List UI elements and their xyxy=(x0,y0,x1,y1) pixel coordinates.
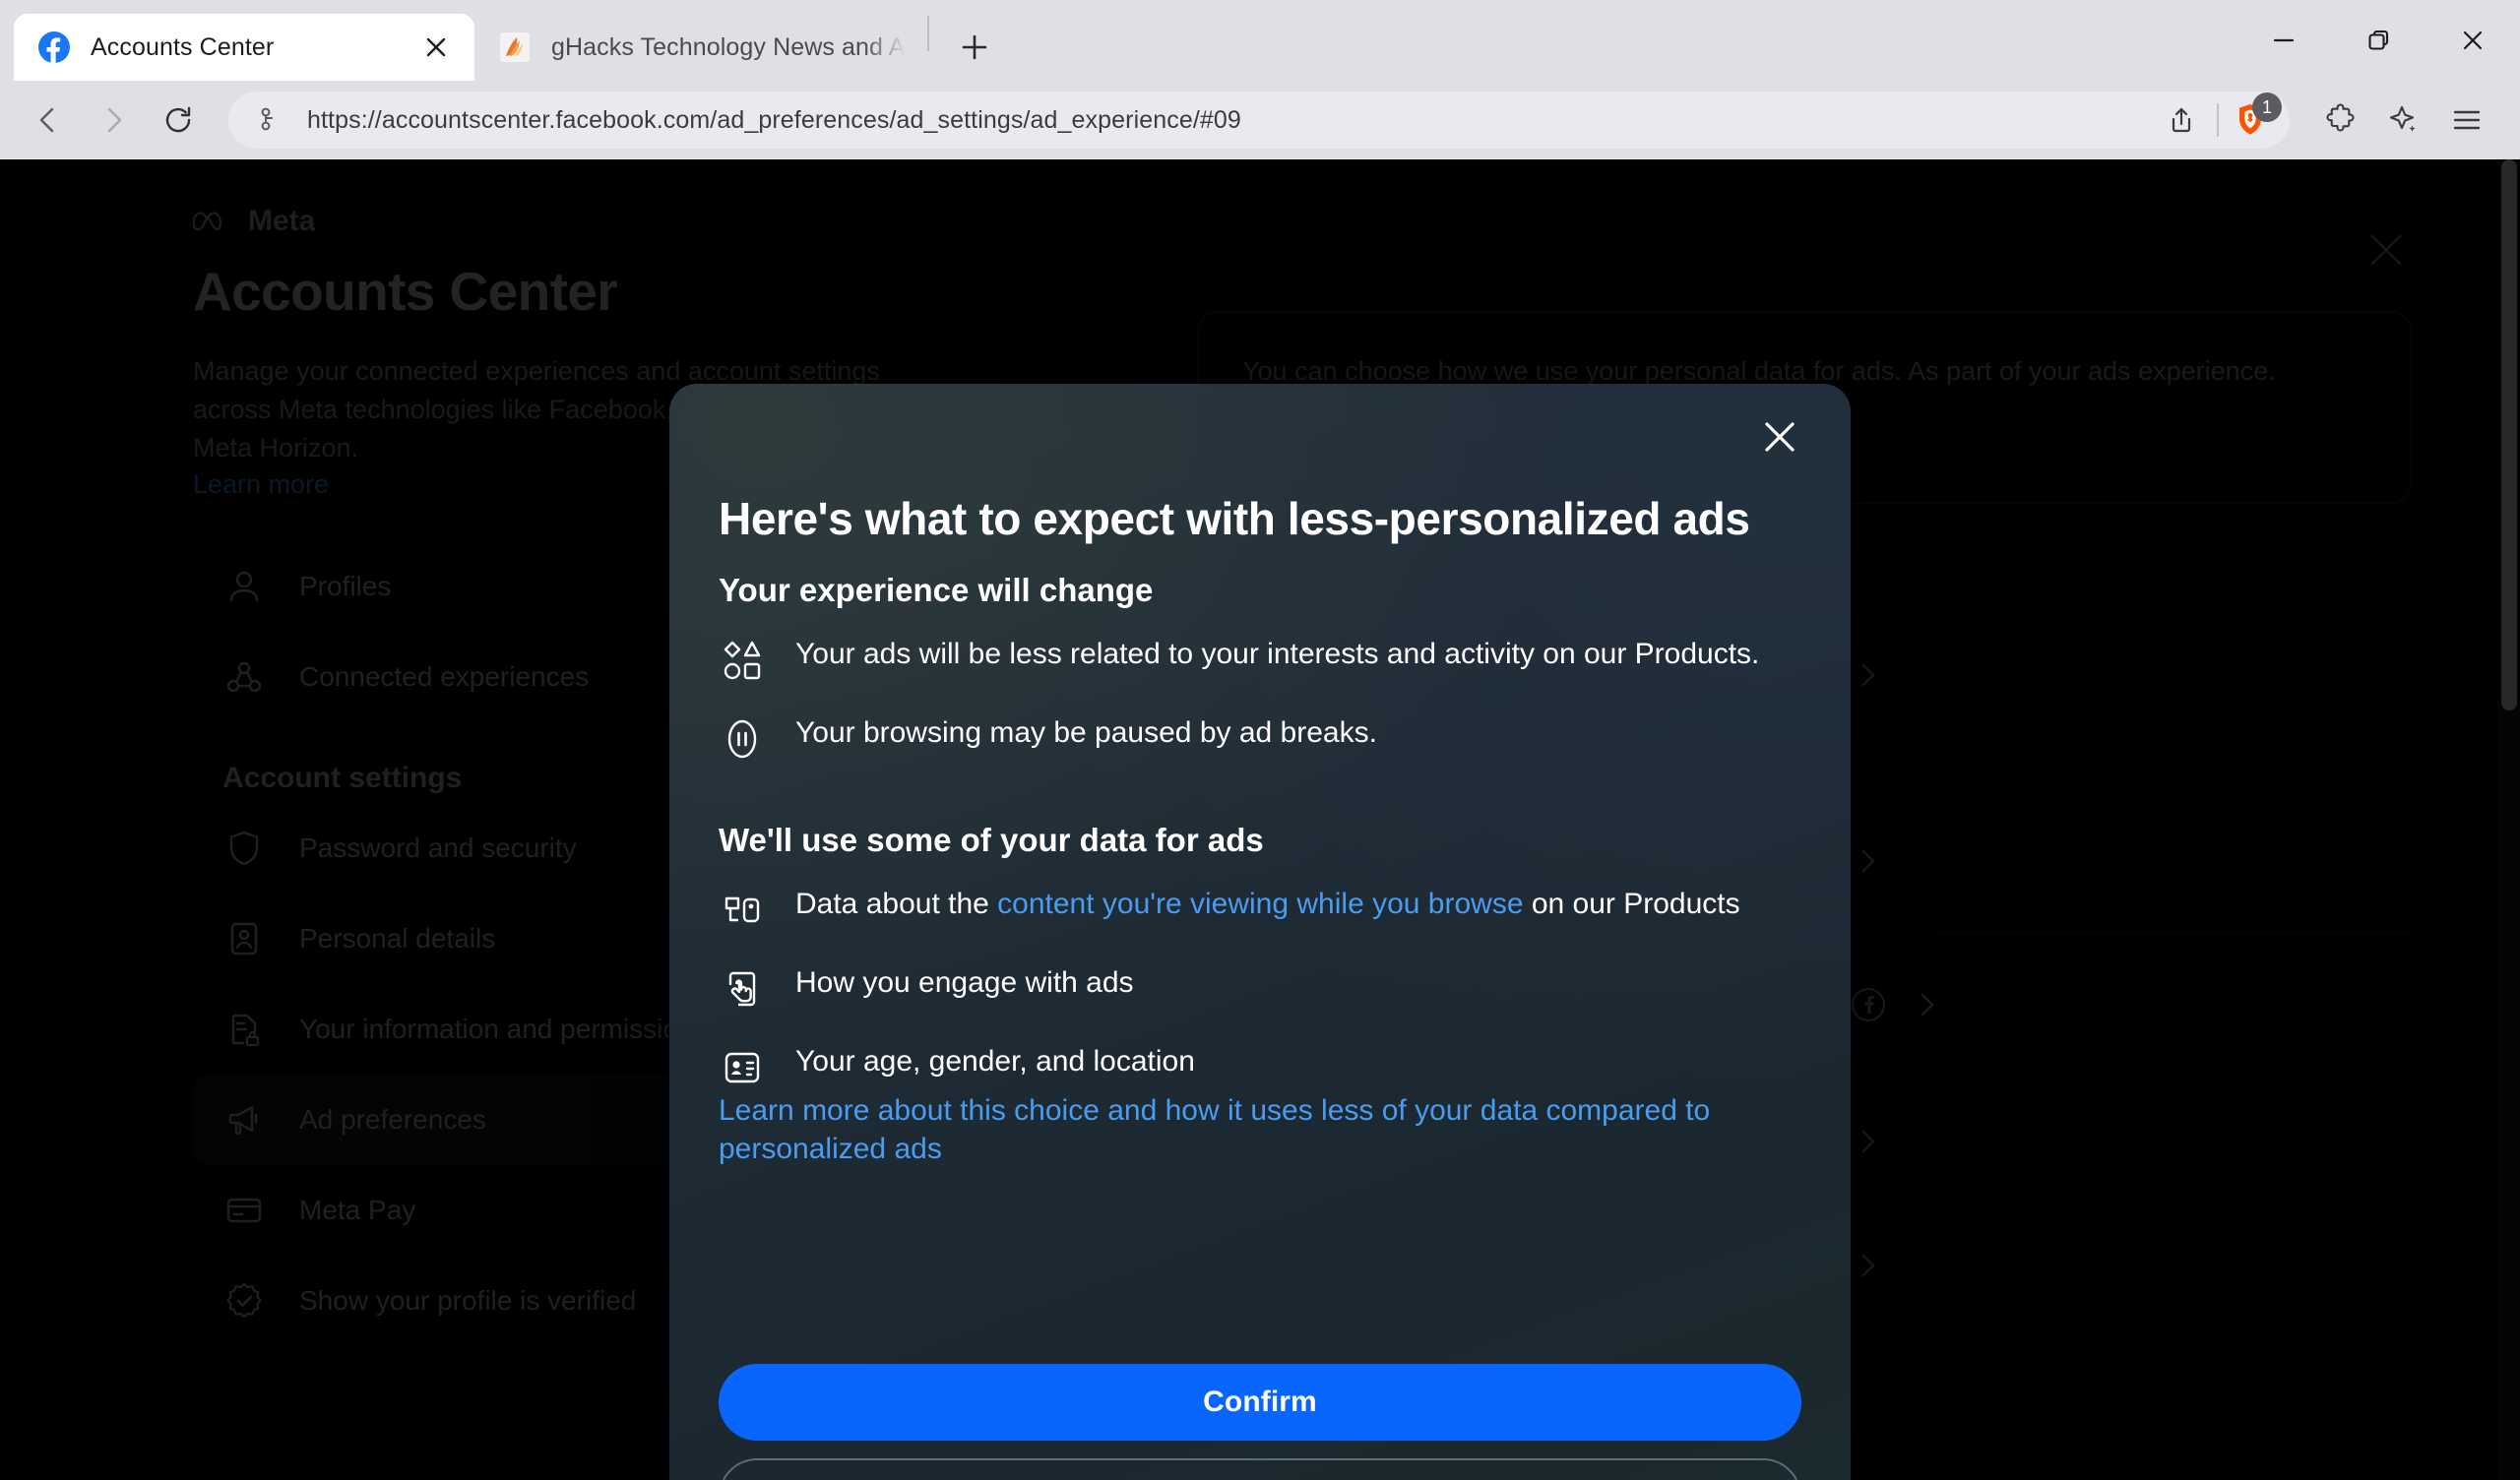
go-back-button[interactable]: Go back xyxy=(719,1458,1801,1480)
hamburger-menu-icon[interactable] xyxy=(2437,91,2496,150)
modal-title: Here's what to expect with less-personal… xyxy=(719,493,1750,544)
browse-content-link[interactable]: content you're viewing while you browse xyxy=(997,888,1523,920)
forward-icon[interactable] xyxy=(83,90,144,151)
url-text[interactable]: https://accountscenter.facebook.com/ad_p… xyxy=(307,106,2130,135)
share-icon[interactable] xyxy=(2152,91,2211,150)
tab-strip: Accounts Center gHacks Technology News a… xyxy=(0,0,2520,81)
experience-change-list: Your ads will be less related to your in… xyxy=(719,635,1801,763)
list-item-text: Your browsing may be paused by ad breaks… xyxy=(795,715,1377,749)
site-permissions-icon[interactable] xyxy=(256,105,285,135)
list-item-text: Data about the content you're viewing wh… xyxy=(795,885,1740,924)
modal-section-heading-two: We'll use some of your data for ads xyxy=(719,821,1264,858)
tab-close-icon[interactable] xyxy=(419,31,453,64)
omnibox-divider xyxy=(2217,103,2219,137)
page-viewport: Meta Accounts Center Manage your connect… xyxy=(0,159,2520,1480)
extensions-puzzle-icon[interactable] xyxy=(2311,91,2370,150)
shapes-icon xyxy=(719,637,766,684)
modal-section-heading-one: Your experience will change xyxy=(719,571,1154,608)
modal-close-button[interactable] xyxy=(1744,401,1815,472)
new-tab-button[interactable] xyxy=(947,20,1002,75)
list-item: Data about the content you're viewing wh… xyxy=(719,885,1801,934)
tab-ghacks[interactable]: gHacks Technology News and Advice xyxy=(474,14,927,81)
confirm-button[interactable]: Confirm xyxy=(719,1364,1801,1441)
reload-icon[interactable] xyxy=(148,90,209,151)
list-item: Your browsing may be paused by ad breaks… xyxy=(719,713,1801,763)
device-content-icon xyxy=(719,887,766,934)
list-item: How you engage with ads xyxy=(719,963,1801,1013)
modal-learn-more-link[interactable]: Learn more about this choice and how it … xyxy=(719,1094,1710,1166)
address-bar[interactable]: https://accountscenter.facebook.com/ad_p… xyxy=(228,92,2290,149)
maximize-button[interactable] xyxy=(2331,0,2426,81)
navigation-toolbar: https://accountscenter.facebook.com/ad_p… xyxy=(0,81,2520,159)
list-item-text: Your age, gender, and location xyxy=(795,1044,1195,1078)
close-window-button[interactable] xyxy=(2426,0,2520,81)
tap-hand-icon xyxy=(719,965,766,1013)
brave-shields-icon[interactable]: 1 xyxy=(2225,92,2282,146)
pause-circle-icon xyxy=(719,715,766,763)
shield-block-count: 1 xyxy=(2252,92,2282,122)
list-item-text: How you engage with ads xyxy=(795,965,1134,999)
ghacks-icon xyxy=(498,31,532,64)
list-item: Your age, gender, and location xyxy=(719,1042,1801,1091)
minimize-button[interactable] xyxy=(2236,0,2331,81)
less-personalized-ads-dialog: Here's what to expect with less-personal… xyxy=(669,384,1851,1480)
id-card-icon xyxy=(719,1044,766,1091)
facebook-icon xyxy=(37,31,71,64)
tab-divider xyxy=(927,16,929,51)
text-after-link: on our Products xyxy=(1523,887,1740,920)
list-item: Your ads will be less related to your in… xyxy=(719,635,1801,684)
leo-ai-sparkle-icon[interactable] xyxy=(2374,91,2433,150)
modal-actions: Confirm Go back xyxy=(669,1354,1851,1480)
list-item-text: Your ads will be less related to your in… xyxy=(795,637,1760,670)
tab-accounts-center[interactable]: Accounts Center xyxy=(14,14,474,81)
text-before-link: Data about the xyxy=(795,887,998,920)
back-icon[interactable] xyxy=(18,90,79,151)
omnibox-actions: 1 xyxy=(2152,91,2282,150)
data-usage-list: Data about the content you're viewing wh… xyxy=(719,885,1801,1091)
tab-title: Accounts Center xyxy=(91,32,275,61)
tab-title: gHacks Technology News and Advice xyxy=(551,32,906,61)
browser-window: Accounts Center gHacks Technology News a… xyxy=(0,0,2520,1480)
modal-scroll-area[interactable]: Here's what to expect with less-personal… xyxy=(669,384,1851,1354)
window-controls xyxy=(2236,0,2520,81)
